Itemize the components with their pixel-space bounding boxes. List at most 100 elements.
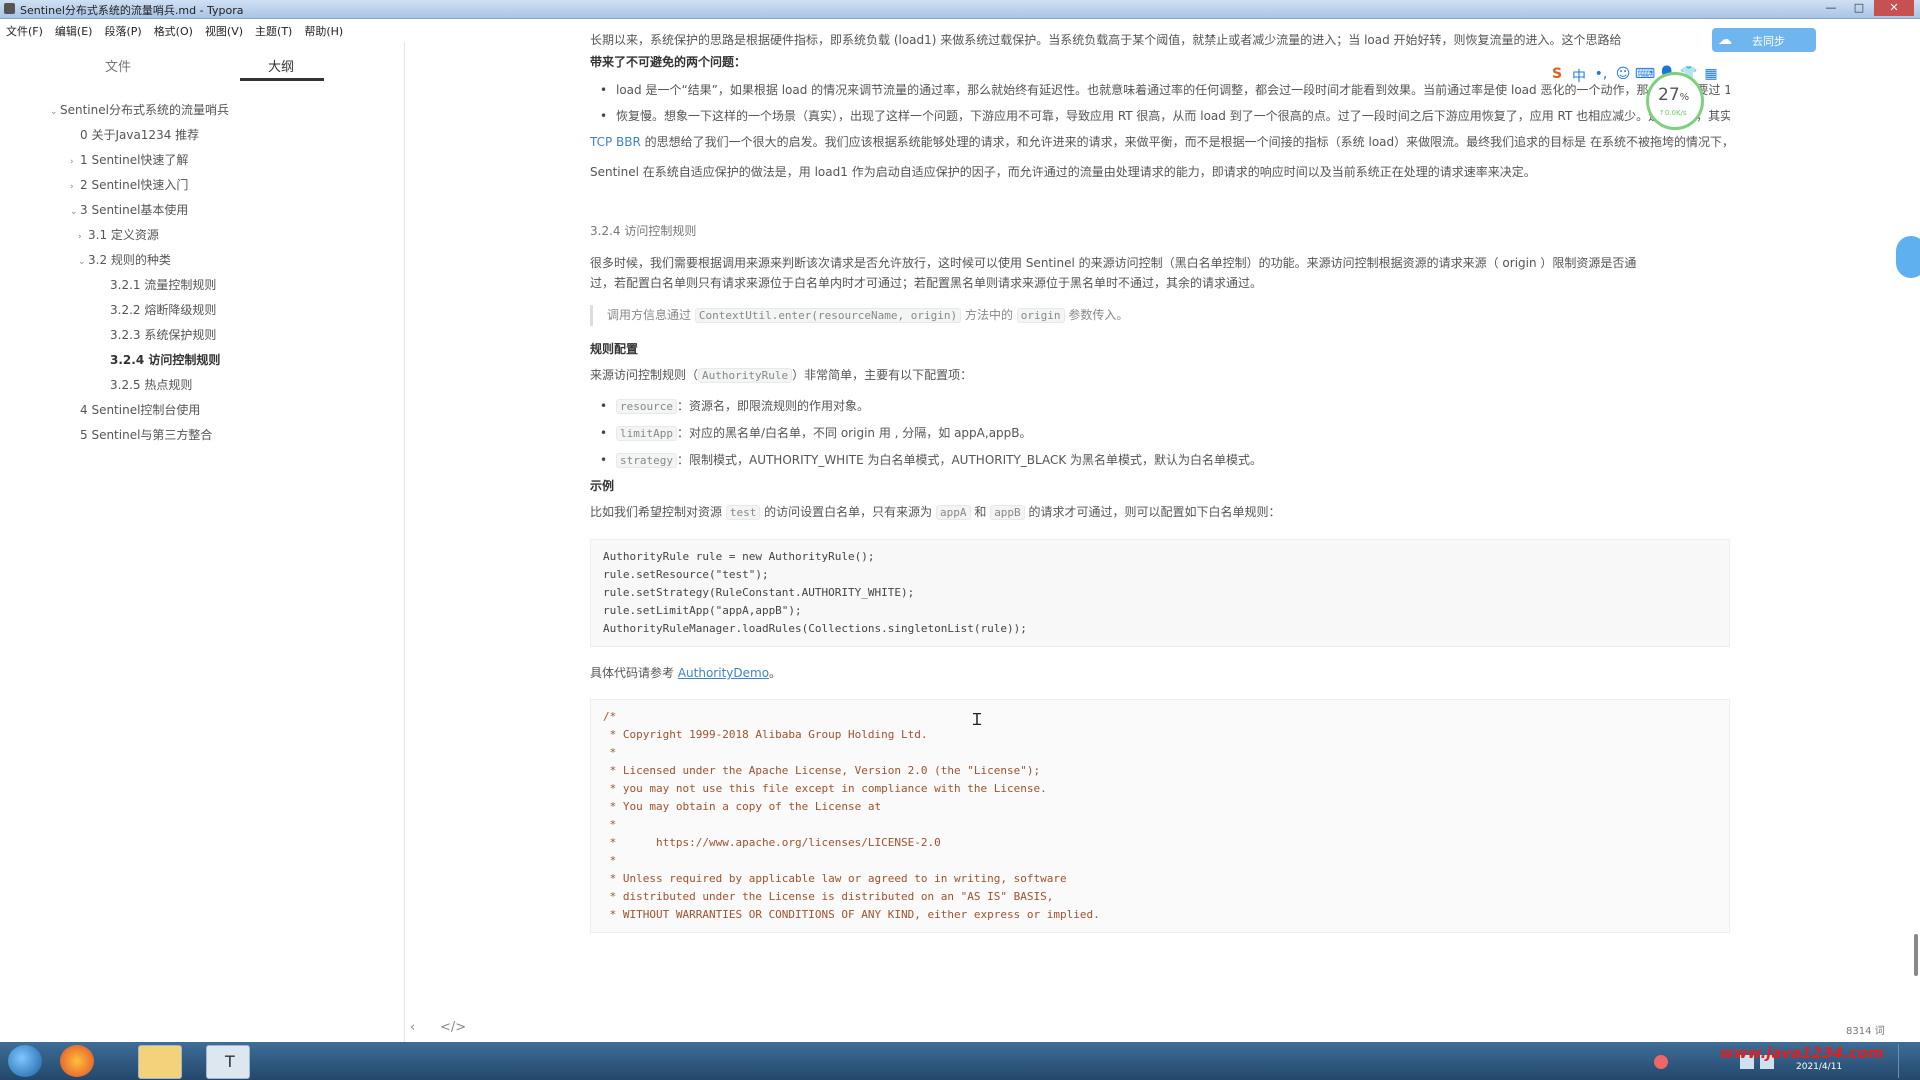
outline-item[interactable]: ⌄ 3.2 规则的种类 <box>0 248 404 273</box>
scrollbar-thumb[interactable] <box>1914 934 1918 976</box>
outline-item[interactable]: 3.2.4 访问控制规则 <box>0 348 404 373</box>
floating-assistant-bubble[interactable] <box>1896 236 1920 278</box>
example-text: 比如我们希望控制对资源 <box>590 505 723 519</box>
typora-glyph-icon: T <box>225 1052 235 1071</box>
collapse-sidebar-icon[interactable]: ‹ <box>410 1020 415 1035</box>
taskbar-typora-icon[interactable]: T <box>206 1045 250 1079</box>
outline-item[interactable]: ⌄ 3 Sentinel基本使用 <box>0 198 404 223</box>
cloud-sync-button[interactable]: ☁ 去同步 <box>1712 28 1816 52</box>
outline-item-label: 5 Sentinel与第三方整合 <box>80 428 213 442</box>
outline-item[interactable]: ⌄ Sentinel分布式系统的流量哨兵 <box>0 98 404 123</box>
cloud-sync-label: 去同步 <box>1752 35 1785 48</box>
example-paragraph: 比如我们希望控制对资源 test 的访问设置白名单，只有来源为 appA 和 a… <box>590 502 1730 523</box>
punctuation-icon[interactable]: •, <box>1590 66 1612 86</box>
list-item: resource：资源名，即限流规则的作用对象。 <box>590 396 1730 417</box>
code-line: rule.setLimitApp("appA,appB"); <box>603 604 802 617</box>
outline-item[interactable]: 4 Sentinel控制台使用 <box>0 398 404 423</box>
code-line: * https://www.apache.org/licenses/LICENS… <box>603 836 941 849</box>
editor-content[interactable]: 长期以来，系统保护的思路是根据硬件指标，即系统负载 (load1) 来做系统过载… <box>590 30 1730 1040</box>
example-code: test <box>725 505 761 520</box>
code-line: AuthorityRule rule = new AuthorityRule()… <box>603 550 875 563</box>
rule-config-text: 来源访问控制规则（ <box>590 368 699 382</box>
outline-item[interactable]: 3.2.3 系统保护规则 <box>0 323 404 348</box>
license-code-block[interactable]: /* * Copyright 1999-2018 Alibaba Group H… <box>590 699 1730 933</box>
outline-item[interactable]: › 3.1 定义资源 <box>0 223 404 248</box>
config-list: resource：资源名，即限流规则的作用对象。 limitApp：对应的黑名单… <box>590 396 1730 471</box>
emoji-icon[interactable]: ☺ <box>1612 66 1634 86</box>
outline-list: ⌄ Sentinel分布式系统的流量哨兵 0 关于Java1234 推荐 › 1 Sen… <box>0 98 404 448</box>
outline-item-label: 3.2 规则的种类 <box>88 253 171 267</box>
outline-item[interactable]: › 1 Sentinel快速了解 <box>0 148 404 173</box>
code-line: * <box>603 818 617 831</box>
outline-item-label: 1 Sentinel快速了解 <box>80 153 189 167</box>
tcp-bbr-link[interactable]: TCP BBR <box>590 135 641 149</box>
close-button[interactable]: ✕ <box>1874 0 1914 16</box>
title-bar: Sentinel分布式系统的流量哨兵.md - Typora — □ ✕ <box>0 0 1920 19</box>
code-line: * Copyright 1999-2018 Alibaba Group Hold… <box>603 728 928 741</box>
outline-toggle-icon[interactable]: › <box>78 225 88 250</box>
tab-outline[interactable]: 大纲 <box>268 56 294 75</box>
menu-theme[interactable]: 主题(T) <box>249 19 298 41</box>
outline-item-label: 0 关于Java1234 推荐 <box>80 128 200 142</box>
start-button[interactable] <box>8 1045 42 1077</box>
network-speed-gauge[interactable]: 27% ↑0.0K/s <box>1646 72 1704 130</box>
code-block[interactable]: AuthorityRule rule = new AuthorityRule()… <box>590 539 1730 647</box>
sogou-logo-icon[interactable]: S <box>1546 66 1568 86</box>
code-line: * Unless required by applicable law or a… <box>603 872 1067 885</box>
cloud-icon: ☁ <box>1718 32 1732 48</box>
outline-toggle-icon[interactable]: ⌄ <box>78 250 88 275</box>
outline-item[interactable]: 3.2.2 熔断降级规则 <box>0 298 404 323</box>
quote-code: ContextUtil.enter(resourceName, origin) <box>694 308 962 323</box>
chinese-mode-icon[interactable]: 中 <box>1568 66 1590 86</box>
show-desktop-button[interactable] <box>1898 1044 1919 1078</box>
list-item: 恢复慢。想象一下这样的一个场景（真实），出现了这样一个问题，下游应用不可靠，导致… <box>590 106 1730 126</box>
code-line: * Licensed under the Apache License, Ver… <box>603 764 1041 777</box>
tray-ime-icon[interactable] <box>1654 1055 1668 1069</box>
outline-item[interactable]: › 2 Sentinel快速入门 <box>0 173 404 198</box>
example-text: 的请求才可通过，则可以配置如下白名单规则： <box>1028 505 1281 519</box>
menu-edit[interactable]: 编辑(E) <box>49 19 99 41</box>
outline-item[interactable]: 3.2.5 热点规则 <box>0 373 404 398</box>
outline-toggle-icon[interactable]: ⌄ <box>70 200 80 225</box>
quote-prefix: 调用方信息通过 <box>607 308 692 322</box>
maximize-button[interactable]: □ <box>1846 0 1872 16</box>
example-text: 和 <box>974 505 987 519</box>
code-line: * You may obtain a copy of the License a… <box>603 800 882 813</box>
outline-toggle-icon[interactable]: ⌄ <box>50 100 60 125</box>
authority-demo-link[interactable]: AuthorityDemo <box>678 666 769 680</box>
source-mode-icon[interactable]: </> <box>440 1020 466 1035</box>
menu-format[interactable]: 格式(O) <box>148 19 199 41</box>
watermark: www.java1234.com <box>1720 1044 1884 1062</box>
menu-help[interactable]: 帮助(H) <box>298 19 349 41</box>
rule-config-text-end: ）非常简单，主要有以下配置项： <box>792 368 973 382</box>
menu-view[interactable]: 视图(V) <box>199 19 249 41</box>
outline-toggle-icon[interactable]: › <box>70 150 80 175</box>
outline-item-label: 4 Sentinel控制台使用 <box>80 403 201 417</box>
taskbar-explorer-icon[interactable] <box>138 1045 182 1079</box>
menu-paragraph[interactable]: 段落(P) <box>98 19 147 41</box>
example-code: appB <box>990 505 1025 520</box>
outline-item[interactable]: 3.2.1 流量控制规则 <box>0 273 404 298</box>
outline-item[interactable]: 0 关于Java1234 推荐 <box>0 123 404 148</box>
outline-item-label: 3.2.4 访问控制规则 <box>110 353 221 367</box>
quote-suffix: 参数传入。 <box>1068 308 1129 322</box>
word-count[interactable]: 8314 词 <box>1846 1022 1885 1037</box>
tab-files[interactable]: 文件 <box>105 56 131 75</box>
toolbox-icon[interactable]: ▦ <box>1700 66 1722 86</box>
config-desc: ：资源名，即限流规则的作用对象。 <box>676 399 869 413</box>
outline-item-label: 3 Sentinel基本使用 <box>80 203 189 217</box>
active-tab-indicator <box>240 78 324 81</box>
tcp-bbr-text: 的思想给了我们一个很大的启发。我们应该根据系统能够处理的请求，和允许进来的请求，… <box>644 135 1730 149</box>
outline-item[interactable]: 5 Sentinel与第三方整合 <box>0 423 404 448</box>
outline-toggle-icon[interactable]: › <box>70 175 80 200</box>
taskbar-browser-icon[interactable] <box>60 1045 94 1077</box>
config-desc: ：对应的黑名单/白名单，不同 origin 用 , 分隔，如 appA,appB… <box>676 426 1032 440</box>
minimize-button[interactable]: — <box>1818 0 1844 16</box>
text-cursor-icon: Ｉ <box>969 710 986 729</box>
rule-config-heading: 规则配置 <box>590 342 639 356</box>
menu-file[interactable]: 文件(F) <box>0 19 49 41</box>
clock[interactable]: 2021/4/11 <box>1796 1062 1842 1072</box>
code-line: /* <box>603 710 617 723</box>
gauge-speed: ↑0.0K/s <box>1659 109 1687 117</box>
example-heading: 示例 <box>590 479 615 493</box>
